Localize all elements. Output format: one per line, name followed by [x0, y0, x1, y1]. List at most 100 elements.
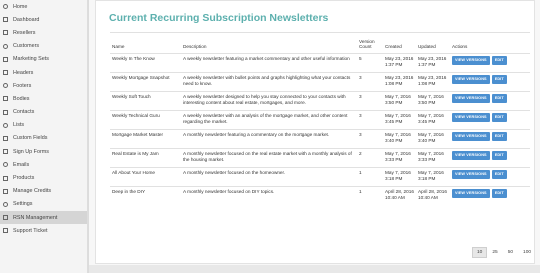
- cell-actions: VIEW VERSIONS EDIT: [450, 110, 530, 130]
- cell-name: Weekly Mortgage Snapshot: [110, 72, 181, 92]
- cell-actions: VIEW VERSIONS EDIT: [450, 129, 530, 149]
- sidebar-item-customers[interactable]: Customers: [0, 40, 87, 53]
- col-header-actions: Actions: [450, 32, 530, 54]
- sidebar-item-footers[interactable]: Footers: [0, 79, 87, 92]
- sidebar-item-support-ticket[interactable]: Support Ticket: [0, 224, 87, 237]
- edit-button[interactable]: EDIT: [491, 94, 507, 103]
- dashboard-icon: [3, 17, 8, 23]
- footers-icon: [3, 83, 8, 89]
- sidebar-item-dashboard[interactable]: Dashboard: [0, 13, 87, 26]
- view-versions-button[interactable]: VIEW VERSIONS: [452, 189, 490, 198]
- page-size-50[interactable]: 50: [503, 247, 518, 258]
- sidebar-item-sign-up-forms[interactable]: Sign Up Forms: [0, 145, 87, 158]
- cell-updated: May 23, 2016 1:08 PM: [416, 72, 450, 92]
- sidebar-item-label: Home: [13, 3, 28, 10]
- edit-button[interactable]: EDIT: [491, 170, 507, 179]
- cell-description: A monthly newsletter focused on the home…: [181, 167, 357, 187]
- sidebar-item-bodies[interactable]: Bodies: [0, 92, 87, 105]
- bodies-icon: [3, 96, 8, 102]
- gear-icon: [3, 201, 8, 207]
- sidebar-item-custom-fields[interactable]: Custom Fields: [0, 132, 87, 145]
- support-icon: [3, 228, 8, 234]
- main-content: Current Recurring Subscription Newslette…: [89, 0, 540, 273]
- table-header-row: Name Description Version Count Created U…: [110, 32, 530, 54]
- sidebar-item-resellers[interactable]: Resellers: [0, 26, 87, 39]
- sidebar-item-products[interactable]: Products: [0, 171, 87, 184]
- cell-updated: May 7, 2016 3:40 PM: [416, 129, 450, 149]
- credits-icon: [3, 188, 8, 194]
- cell-updated: May 7, 2016 3:45 PM: [416, 110, 450, 130]
- page-size-25[interactable]: 25: [487, 247, 502, 258]
- newsletters-panel: Current Recurring Subscription Newslette…: [95, 0, 535, 264]
- sidebar-item-home[interactable]: Home: [0, 0, 87, 13]
- sidebar-item-label: Emails: [13, 161, 30, 168]
- table-row: Weekly In The Know A weekly newsletter fe…: [110, 53, 530, 73]
- view-versions-button[interactable]: VIEW VERSIONS: [452, 56, 490, 65]
- lists-icon: [3, 122, 8, 128]
- edit-button[interactable]: EDIT: [491, 132, 507, 141]
- cell-name: Mortgage Market Master: [110, 129, 181, 149]
- cell-description: A monthly newsletter focused on DIY topi…: [181, 186, 357, 206]
- col-header-description[interactable]: Description: [181, 32, 357, 54]
- custom-fields-icon: [3, 135, 8, 141]
- col-header-updated[interactable]: Updated: [416, 32, 450, 54]
- cell-name: Weekly Technical Guru: [110, 110, 181, 130]
- sidebar-item-label: Products: [13, 175, 35, 182]
- view-versions-button[interactable]: VIEW VERSIONS: [452, 94, 490, 103]
- cell-actions: VIEW VERSIONS EDIT: [450, 186, 530, 206]
- cell-name: Deep in the DIY: [110, 186, 181, 206]
- table-row: Weekly Technical Guru A weekly newsletter…: [110, 110, 530, 130]
- edit-button[interactable]: EDIT: [491, 113, 507, 122]
- cell-version-count: 5: [357, 53, 383, 73]
- table-row: Weekly Soft Touch A weekly newsletter des…: [110, 91, 530, 111]
- edit-button[interactable]: EDIT: [491, 56, 507, 65]
- rsn-icon: [3, 215, 8, 221]
- home-icon: [3, 4, 8, 10]
- products-icon: [3, 175, 8, 181]
- sidebar: Home Dashboard Resellers Customers Marketing…: [0, 0, 88, 273]
- sidebar-item-manage-credits[interactable]: Manage Credits: [0, 185, 87, 198]
- view-versions-button[interactable]: VIEW VERSIONS: [452, 170, 490, 179]
- cell-name: Weekly In The Know: [110, 53, 181, 73]
- cell-created: May 7, 2016 3:50 PM: [383, 91, 416, 111]
- col-header-name[interactable]: Name: [110, 32, 181, 54]
- emails-icon: [3, 162, 8, 168]
- sidebar-item-marketing-sets[interactable]: Marketing Sets: [0, 53, 87, 66]
- view-versions-button[interactable]: VIEW VERSIONS: [452, 113, 490, 122]
- sidebar-item-settings[interactable]: Settings: [0, 198, 87, 211]
- sidebar-item-emails[interactable]: Emails: [0, 158, 87, 171]
- sidebar-item-lists[interactable]: Lists: [0, 119, 87, 132]
- cell-created: May 7, 2016 3:45 PM: [383, 110, 416, 130]
- view-versions-button[interactable]: VIEW VERSIONS: [452, 75, 490, 84]
- sidebar-item-label: Sign Up Forms: [13, 148, 49, 155]
- edit-button[interactable]: EDIT: [491, 75, 507, 84]
- cell-actions: VIEW VERSIONS EDIT: [450, 91, 530, 111]
- col-header-created[interactable]: Created: [383, 32, 416, 54]
- col-header-version-count[interactable]: Version Count: [357, 32, 383, 54]
- sidebar-item-label: Manage Credits: [13, 188, 52, 195]
- cell-updated: May 7, 2016 3:33 PM: [416, 148, 450, 168]
- cell-updated: May 23, 2016 1:37 PM: [416, 53, 450, 73]
- bottom-strip: [89, 265, 540, 273]
- customers-icon: [3, 43, 8, 49]
- page-size-100[interactable]: 100: [518, 247, 536, 258]
- sidebar-item-label: Custom Fields: [13, 135, 48, 142]
- cell-actions: VIEW VERSIONS EDIT: [450, 167, 530, 187]
- view-versions-button[interactable]: VIEW VERSIONS: [452, 132, 490, 141]
- sidebar-item-headers[interactable]: Headers: [0, 66, 87, 79]
- sidebar-item-rsn-management[interactable]: RSN Management: [0, 211, 87, 225]
- table-row: All About Your Home A monthly newsletter …: [110, 167, 530, 187]
- view-versions-button[interactable]: VIEW VERSIONS: [452, 151, 490, 160]
- cell-version-count: 3: [357, 110, 383, 130]
- cell-updated: May 7, 2016 3:18 PM: [416, 167, 450, 187]
- sidebar-item-contacts[interactable]: Contacts: [0, 106, 87, 119]
- cell-version-count: 2: [357, 148, 383, 168]
- sidebar-item-label: Resellers: [13, 29, 36, 36]
- sidebar-item-label: Footers: [13, 82, 32, 89]
- edit-button[interactable]: EDIT: [491, 189, 507, 198]
- contacts-icon: [3, 109, 8, 115]
- cell-created: May 7, 2016 3:33 PM: [383, 148, 416, 168]
- edit-button[interactable]: EDIT: [491, 151, 507, 160]
- page-size-10[interactable]: 10: [472, 247, 488, 258]
- cell-name: Real Estate is My Jam: [110, 148, 181, 168]
